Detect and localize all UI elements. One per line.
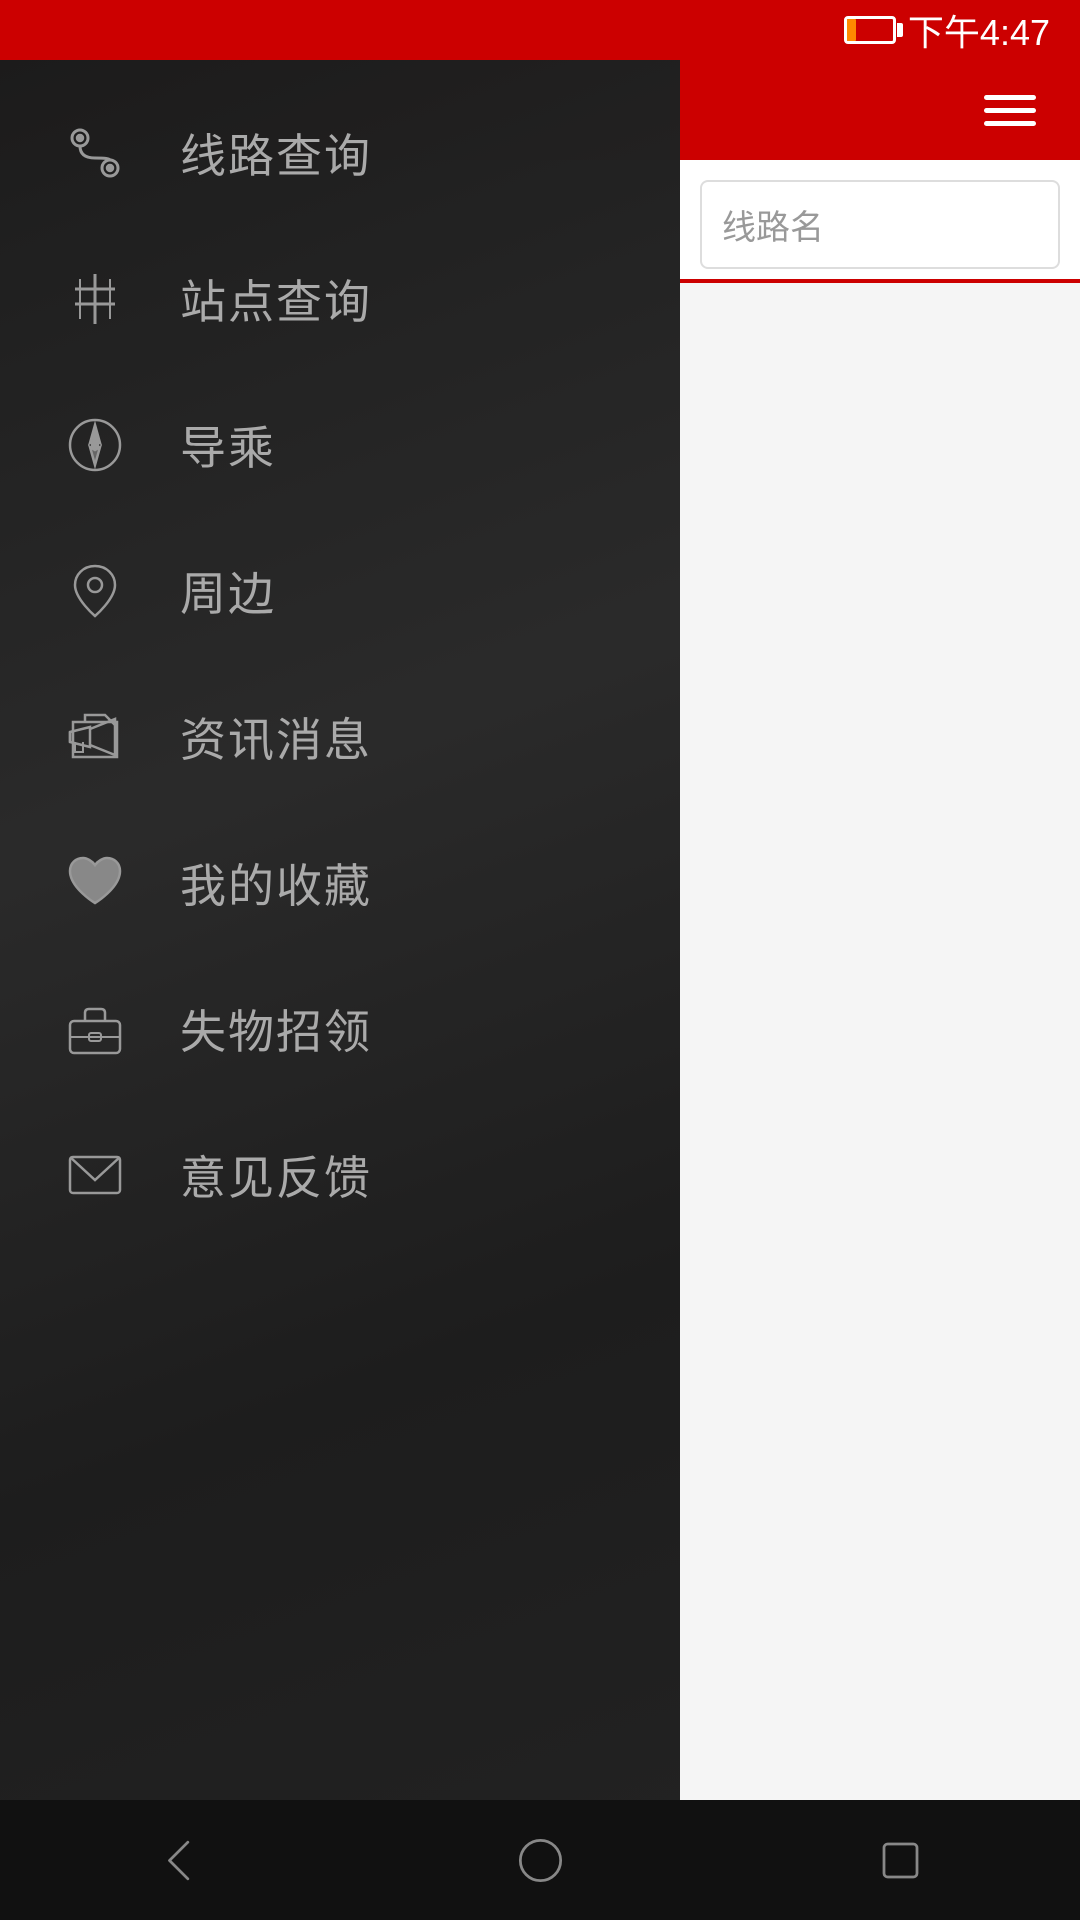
search-area: 线路名: [680, 160, 1080, 283]
nav-item-nearby[interactable]: 周边: [0, 518, 680, 664]
nav-label-news: 资讯消息: [180, 704, 372, 770]
side-drawer: 线路查询 站点查询: [0, 0, 680, 1920]
nav-item-favorites[interactable]: 我的收藏: [0, 810, 680, 956]
drawer-nav-list: 线路查询 站点查询: [0, 0, 680, 1788]
route-search-input[interactable]: 线路名: [700, 180, 1060, 269]
status-bar: 下午4:47: [0, 0, 1080, 60]
briefcase-icon: [60, 994, 130, 1064]
nav-item-station-query[interactable]: 站点查询: [0, 226, 680, 372]
nav-label-feedback: 意见反馈: [180, 1142, 372, 1208]
compass-icon: [60, 410, 130, 480]
recent-button[interactable]: [800, 1800, 1000, 1920]
station-icon: [60, 264, 130, 334]
search-placeholder: 线路名: [722, 209, 824, 247]
search-divider: [680, 279, 1080, 283]
nav-label-navigation: 导乘: [180, 412, 276, 478]
nav-label-lost-found: 失物招领: [180, 996, 372, 1062]
nav-label-station-query: 站点查询: [180, 266, 372, 332]
news-icon: [60, 702, 130, 772]
location-icon: [60, 556, 130, 626]
nav-label-favorites: 我的收藏: [180, 850, 372, 916]
route-icon: [60, 118, 130, 188]
nav-label-route-query: 线路查询: [180, 120, 372, 186]
system-nav-bar: [0, 1800, 1080, 1920]
home-button[interactable]: [440, 1800, 640, 1920]
back-button[interactable]: [80, 1800, 280, 1920]
nav-label-nearby: 周边: [180, 558, 276, 624]
mail-icon: [60, 1140, 130, 1210]
nav-item-lost-found[interactable]: 失物招领: [0, 956, 680, 1102]
battery-fill: [847, 19, 856, 41]
nav-item-navigation[interactable]: 导乘: [0, 372, 680, 518]
nav-item-news[interactable]: 资讯消息: [0, 664, 680, 810]
hamburger-icon: [984, 95, 1036, 126]
nav-item-route-query[interactable]: 线路查询: [0, 80, 680, 226]
hamburger-button[interactable]: [940, 60, 1080, 160]
heart-icon: [60, 848, 130, 918]
status-time: 下午4:47: [908, 4, 1050, 56]
nav-item-feedback[interactable]: 意见反馈: [0, 1102, 680, 1248]
battery-icon: [844, 16, 896, 44]
